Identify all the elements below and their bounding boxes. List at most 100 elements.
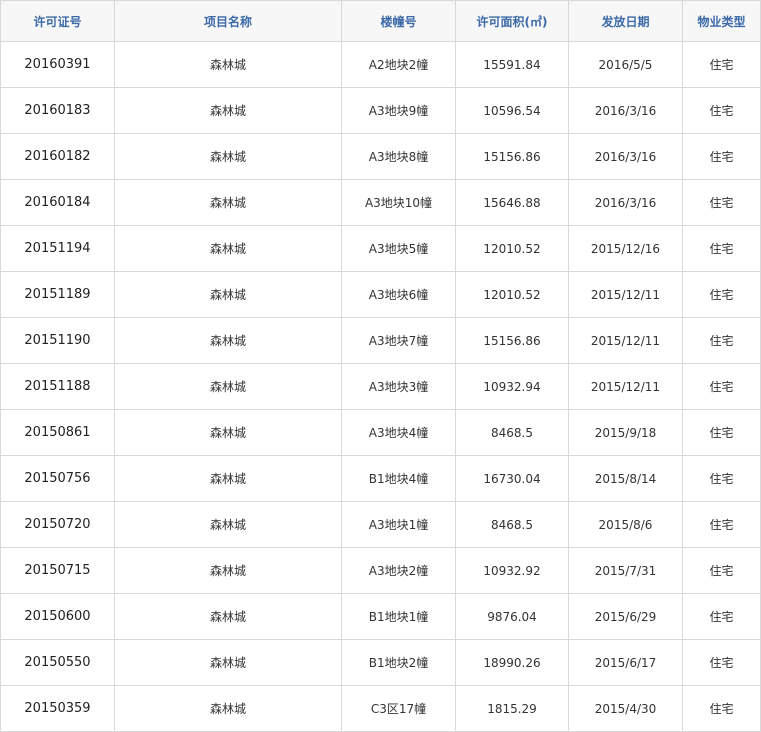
cell-building-number: A3地块2幢 bbox=[341, 547, 456, 594]
cell-permit-area: 8468.5 bbox=[455, 501, 569, 548]
cell-property-type: 住宅 bbox=[682, 501, 761, 548]
cell-issue-date: 2015/6/29 bbox=[568, 593, 683, 640]
cell-property-type: 住宅 bbox=[682, 87, 761, 134]
cell-building-number: A3地块6幢 bbox=[341, 271, 456, 318]
cell-issue-date: 2015/12/16 bbox=[568, 225, 683, 272]
cell-issue-date: 2015/9/18 bbox=[568, 409, 683, 456]
cell-permit-area: 9876.04 bbox=[455, 593, 569, 640]
cell-permit-area: 12010.52 bbox=[455, 225, 569, 272]
cell-project-name: 森林城 bbox=[114, 317, 342, 364]
cell-building-number: A3地块4幢 bbox=[341, 409, 456, 456]
cell-project-name: 森林城 bbox=[114, 639, 342, 686]
table-row: 20150861 森林城 A3地块4幢 8468.5 2015/9/18 住宅 bbox=[0, 409, 761, 456]
cell-permit-number: 20151188 bbox=[0, 363, 115, 410]
cell-permit-area: 15646.88 bbox=[455, 179, 569, 226]
table-row: 20160184 森林城 A3地块10幢 15646.88 2016/3/16 … bbox=[0, 179, 761, 226]
cell-issue-date: 2015/6/17 bbox=[568, 639, 683, 686]
cell-building-number: A2地块2幢 bbox=[341, 41, 456, 88]
cell-property-type: 住宅 bbox=[682, 271, 761, 318]
cell-permit-area: 10932.92 bbox=[455, 547, 569, 594]
cell-property-type: 住宅 bbox=[682, 547, 761, 594]
table-row: 20151188 森林城 A3地块3幢 10932.94 2015/12/11 … bbox=[0, 363, 761, 410]
cell-permit-area: 12010.52 bbox=[455, 271, 569, 318]
cell-property-type: 住宅 bbox=[682, 225, 761, 272]
cell-issue-date: 2016/3/16 bbox=[568, 179, 683, 226]
header-building-number: 楼幢号 bbox=[341, 0, 456, 42]
table-row: 20150720 森林城 A3地块1幢 8468.5 2015/8/6 住宅 bbox=[0, 501, 761, 548]
cell-building-number: A3地块5幢 bbox=[341, 225, 456, 272]
cell-permit-area: 8468.5 bbox=[455, 409, 569, 456]
cell-building-number: A3地块9幢 bbox=[341, 87, 456, 134]
table-row: 20160182 森林城 A3地块8幢 15156.86 2016/3/16 住… bbox=[0, 133, 761, 180]
table-row: 20150715 森林城 A3地块2幢 10932.92 2015/7/31 住… bbox=[0, 547, 761, 594]
table-header: 许可证号 项目名称 楼幢号 许可面积(㎡) 发放日期 物业类型 bbox=[0, 0, 761, 42]
cell-permit-area: 10932.94 bbox=[455, 363, 569, 410]
cell-property-type: 住宅 bbox=[682, 409, 761, 456]
table-row: 20151190 森林城 A3地块7幢 15156.86 2015/12/11 … bbox=[0, 317, 761, 364]
cell-permit-number: 20150861 bbox=[0, 409, 115, 456]
cell-issue-date: 2015/12/11 bbox=[568, 271, 683, 318]
cell-permit-number: 20151194 bbox=[0, 225, 115, 272]
cell-permit-number: 20160183 bbox=[0, 87, 115, 134]
header-permit-number: 许可证号 bbox=[0, 0, 115, 42]
cell-issue-date: 2015/7/31 bbox=[568, 547, 683, 594]
cell-building-number: A3地块8幢 bbox=[341, 133, 456, 180]
cell-issue-date: 2015/8/14 bbox=[568, 455, 683, 502]
cell-permit-number: 20150720 bbox=[0, 501, 115, 548]
table-row: 20160183 森林城 A3地块9幢 10596.54 2016/3/16 住… bbox=[0, 87, 761, 134]
cell-building-number: A3地块1幢 bbox=[341, 501, 456, 548]
cell-permit-number: 20150756 bbox=[0, 455, 115, 502]
cell-building-number: B1地块2幢 bbox=[341, 639, 456, 686]
header-project-name: 项目名称 bbox=[114, 0, 342, 42]
cell-property-type: 住宅 bbox=[682, 179, 761, 226]
cell-project-name: 森林城 bbox=[114, 409, 342, 456]
cell-building-number: A3地块7幢 bbox=[341, 317, 456, 364]
header-row: 许可证号 项目名称 楼幢号 许可面积(㎡) 发放日期 物业类型 bbox=[0, 0, 761, 42]
cell-property-type: 住宅 bbox=[682, 133, 761, 180]
cell-project-name: 森林城 bbox=[114, 501, 342, 548]
cell-project-name: 森林城 bbox=[114, 547, 342, 594]
cell-building-number: B1地块4幢 bbox=[341, 455, 456, 502]
cell-permit-area: 16730.04 bbox=[455, 455, 569, 502]
cell-property-type: 住宅 bbox=[682, 639, 761, 686]
cell-property-type: 住宅 bbox=[682, 363, 761, 410]
cell-property-type: 住宅 bbox=[682, 317, 761, 364]
cell-permit-number: 20160391 bbox=[0, 41, 115, 88]
cell-project-name: 森林城 bbox=[114, 41, 342, 88]
cell-permit-area: 10596.54 bbox=[455, 87, 569, 134]
cell-issue-date: 2015/8/6 bbox=[568, 501, 683, 548]
cell-project-name: 森林城 bbox=[114, 455, 342, 502]
cell-project-name: 森林城 bbox=[114, 179, 342, 226]
cell-project-name: 森林城 bbox=[114, 133, 342, 180]
cell-permit-number: 20151189 bbox=[0, 271, 115, 318]
cell-issue-date: 2016/5/5 bbox=[568, 41, 683, 88]
cell-issue-date: 2016/3/16 bbox=[568, 133, 683, 180]
cell-project-name: 森林城 bbox=[114, 225, 342, 272]
cell-permit-area: 15156.86 bbox=[455, 133, 569, 180]
table-row: 20150550 森林城 B1地块2幢 18990.26 2015/6/17 住… bbox=[0, 639, 761, 686]
cell-permit-area: 18990.26 bbox=[455, 639, 569, 686]
cell-permit-number: 20151190 bbox=[0, 317, 115, 364]
header-permit-area: 许可面积(㎡) bbox=[455, 0, 569, 42]
cell-building-number: B1地块1幢 bbox=[341, 593, 456, 640]
cell-issue-date: 2015/12/11 bbox=[568, 363, 683, 410]
cell-building-number: A3地块3幢 bbox=[341, 363, 456, 410]
table-row: 20150600 森林城 B1地块1幢 9876.04 2015/6/29 住宅 bbox=[0, 593, 761, 640]
header-property-type: 物业类型 bbox=[682, 0, 761, 42]
table-row: 20150756 森林城 B1地块4幢 16730.04 2015/8/14 住… bbox=[0, 455, 761, 502]
cell-issue-date: 2016/3/16 bbox=[568, 87, 683, 134]
cell-project-name: 森林城 bbox=[114, 87, 342, 134]
cell-project-name: 森林城 bbox=[114, 271, 342, 318]
cell-project-name: 森林城 bbox=[114, 363, 342, 410]
table-row: 20151189 森林城 A3地块6幢 12010.52 2015/12/11 … bbox=[0, 271, 761, 318]
cell-property-type: 住宅 bbox=[682, 41, 761, 88]
cell-permit-area: 15591.84 bbox=[455, 41, 569, 88]
cell-property-type: 住宅 bbox=[682, 455, 761, 502]
cell-permit-number: 20160182 bbox=[0, 133, 115, 180]
table-body: 20160391 森林城 A2地块2幢 15591.84 2016/5/5 住宅… bbox=[0, 41, 761, 732]
cell-permit-number: 20150715 bbox=[0, 547, 115, 594]
table-row: 20160391 森林城 A2地块2幢 15591.84 2016/5/5 住宅 bbox=[0, 41, 761, 88]
cell-issue-date: 2015/12/11 bbox=[568, 317, 683, 364]
cell-permit-number: 20160184 bbox=[0, 179, 115, 226]
cell-project-name: 森林城 bbox=[114, 593, 342, 640]
